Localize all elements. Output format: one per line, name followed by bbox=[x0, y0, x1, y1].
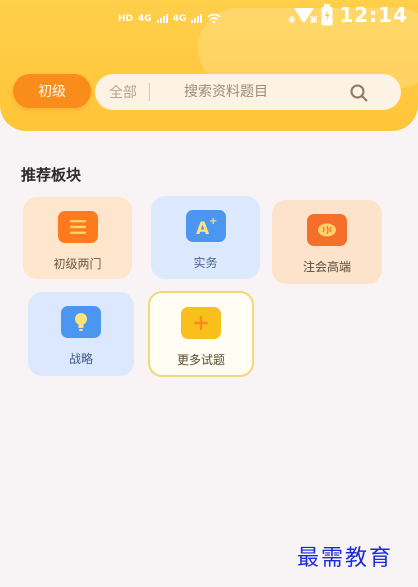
brain-icon bbox=[307, 214, 347, 246]
signal-bars-2-icon bbox=[191, 14, 203, 23]
tile-primary-two-subjects[interactable]: 初级两门 bbox=[23, 197, 132, 279]
search-bar[interactable]: 全部 bbox=[95, 74, 401, 110]
a-plus-icon: A + bbox=[185, 210, 226, 242]
battery-icon bbox=[321, 4, 333, 26]
tile-label: 实务 bbox=[193, 256, 218, 270]
plus-icon bbox=[181, 307, 221, 339]
status-bar: HD 4G 4G ◉ ✈ ▣ 38 bbox=[0, 0, 418, 34]
tile-cpa-advanced[interactable]: 注会高端 bbox=[272, 200, 382, 284]
status-clock: 12:14 bbox=[339, 3, 408, 27]
wifi-icon bbox=[207, 13, 221, 24]
search-divider bbox=[149, 83, 150, 101]
search-icon[interactable] bbox=[349, 83, 369, 103]
tile-label: 初级两门 bbox=[53, 257, 102, 271]
tile-label: 战略 bbox=[68, 352, 93, 366]
search-scope-select[interactable]: 全部 bbox=[109, 82, 137, 102]
section-title: 推荐板块 bbox=[21, 166, 82, 184]
signal-2-label: 4G bbox=[172, 13, 187, 24]
signal-1-label: 4G bbox=[138, 13, 152, 24]
search-input[interactable] bbox=[184, 84, 344, 100]
tile-more-questions[interactable]: 更多试题 bbox=[148, 291, 254, 377]
tile-label: 更多试题 bbox=[176, 353, 225, 367]
lightbulb-icon bbox=[61, 306, 101, 338]
watermark-text: 最需教育 bbox=[297, 546, 394, 571]
tile-label: 注会高端 bbox=[302, 260, 351, 274]
tile-strategy[interactable]: 战略 bbox=[28, 292, 134, 376]
svg-text:+: + bbox=[209, 216, 217, 227]
app-screen: HD 4G 4G ◉ ✈ ▣ 38 bbox=[0, 0, 418, 587]
level-select-label: 初级 bbox=[38, 84, 66, 100]
tile-practice[interactable]: A + 实务 bbox=[151, 196, 260, 279]
level-select-button[interactable]: 初级 bbox=[13, 74, 91, 108]
status-left-icons: HD 4G 4G bbox=[118, 13, 221, 24]
hd-badge: HD bbox=[118, 13, 134, 24]
svg-text:A: A bbox=[196, 219, 210, 237]
list-icon bbox=[57, 211, 98, 243]
status-right-icons: 12:14 bbox=[293, 3, 408, 27]
signal-bars-icon bbox=[156, 14, 168, 23]
signal-triangle-icon bbox=[294, 8, 315, 23]
